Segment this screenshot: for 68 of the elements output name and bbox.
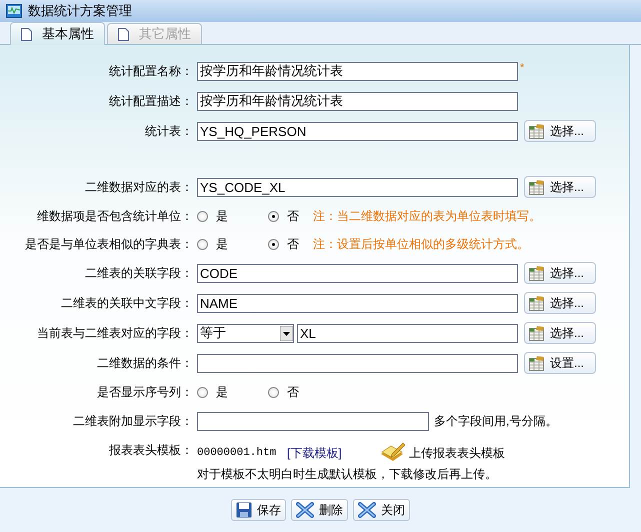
- radio-button[interactable]: [268, 238, 279, 250]
- table-icon: [529, 124, 545, 138]
- radio-button[interactable]: [197, 386, 208, 398]
- x-icon: [296, 502, 314, 518]
- document-icon: [21, 28, 32, 40]
- text-field[interactable]: 按学历和年龄情况统计表: [197, 92, 518, 110]
- field-label: 二维数据对应的表：: [84, 178, 193, 196]
- save-icon: [236, 502, 252, 518]
- text-field[interactable]: CODE: [197, 264, 518, 282]
- text-field[interactable]: XL: [297, 324, 518, 342]
- caret-icon: [280, 326, 293, 340]
- table-icon: [529, 180, 545, 194]
- radio-option[interactable]: 是: [197, 236, 228, 252]
- text-field[interactable]: [197, 412, 429, 430]
- select-button[interactable]: 选择...: [524, 120, 596, 142]
- field-label: 是否显示序号列：: [96, 384, 193, 400]
- text-field[interactable]: NAME: [197, 294, 518, 312]
- field-label: 二维表的关联字段：: [84, 264, 193, 282]
- note-text: 注：设置后按单位相似的多级统计方式。: [313, 236, 529, 252]
- field-label: 统计配置描述：: [108, 92, 193, 110]
- text-field[interactable]: YS_HQ_PERSON: [197, 122, 518, 140]
- window-title: 数据统计方案管理: [28, 2, 132, 20]
- save-button[interactable]: 保存: [231, 499, 286, 521]
- radio-button[interactable]: [197, 210, 208, 222]
- notebook-pencil-icon: [379, 442, 405, 464]
- field-label: 维数据项是否包含统计单位：: [36, 208, 193, 224]
- radio-option[interactable]: 否: [268, 208, 299, 224]
- download-link[interactable]: [下载模板]: [287, 444, 379, 462]
- field-label: 报表表头模板：: [108, 442, 193, 459]
- app-icon: [6, 4, 22, 18]
- close-button[interactable]: 关闭: [353, 499, 410, 521]
- text-field[interactable]: 按学历和年龄情况统计表: [197, 62, 518, 80]
- document-icon: [118, 28, 129, 40]
- radio-option[interactable]: 否: [268, 236, 299, 252]
- required-mark: *: [520, 62, 526, 74]
- field-label: 二维表的关联中文字段：: [60, 294, 193, 312]
- file-name: 00000001.htm: [197, 447, 278, 459]
- table-icon: [529, 296, 545, 310]
- radio-option[interactable]: 是: [197, 208, 228, 224]
- radio-option[interactable]: 否: [268, 384, 299, 400]
- select-button[interactable]: 设置...: [524, 352, 596, 374]
- note-text: 注：当二维数据对应的表为单位表时填写。: [313, 208, 541, 224]
- table-icon: [529, 356, 545, 370]
- select-button[interactable]: 选择...: [524, 292, 596, 314]
- text-field[interactable]: [197, 354, 518, 372]
- note-text: 对于模板不太明白时生成默认模板，下载修改后再上传。: [197, 466, 498, 483]
- radio-button[interactable]: [197, 238, 208, 250]
- field-label: 统计配置名称：: [108, 62, 193, 80]
- x-icon: [358, 502, 376, 518]
- field-label: 二维数据的条件：: [96, 354, 193, 372]
- field-label: 当前表与二维表对应的字段：: [36, 324, 193, 342]
- select-button[interactable]: 选择...: [524, 176, 596, 198]
- table-icon: [529, 266, 545, 280]
- field-label: 是否是与单位表相似的字典表：: [24, 236, 193, 252]
- upload-link[interactable]: 上传报表表头模板: [409, 444, 505, 462]
- dropdown[interactable]: 等于: [197, 324, 294, 342]
- hint-text: 多个字段间用,号分隔。: [434, 412, 558, 430]
- text-field[interactable]: YS_CODE_XL: [197, 178, 518, 196]
- delete-button[interactable]: 删除: [291, 499, 348, 521]
- field-label: 统计表：: [144, 122, 193, 140]
- select-button[interactable]: 选择...: [524, 262, 596, 284]
- radio-button[interactable]: [268, 210, 279, 222]
- tab[interactable]: 基本属性: [10, 22, 105, 45]
- field-label: 二维表附加显示字段：: [72, 412, 193, 430]
- table-icon: [529, 326, 545, 340]
- radio-button[interactable]: [268, 386, 279, 398]
- select-button[interactable]: 选择...: [524, 322, 596, 344]
- radio-option[interactable]: 是: [197, 384, 228, 400]
